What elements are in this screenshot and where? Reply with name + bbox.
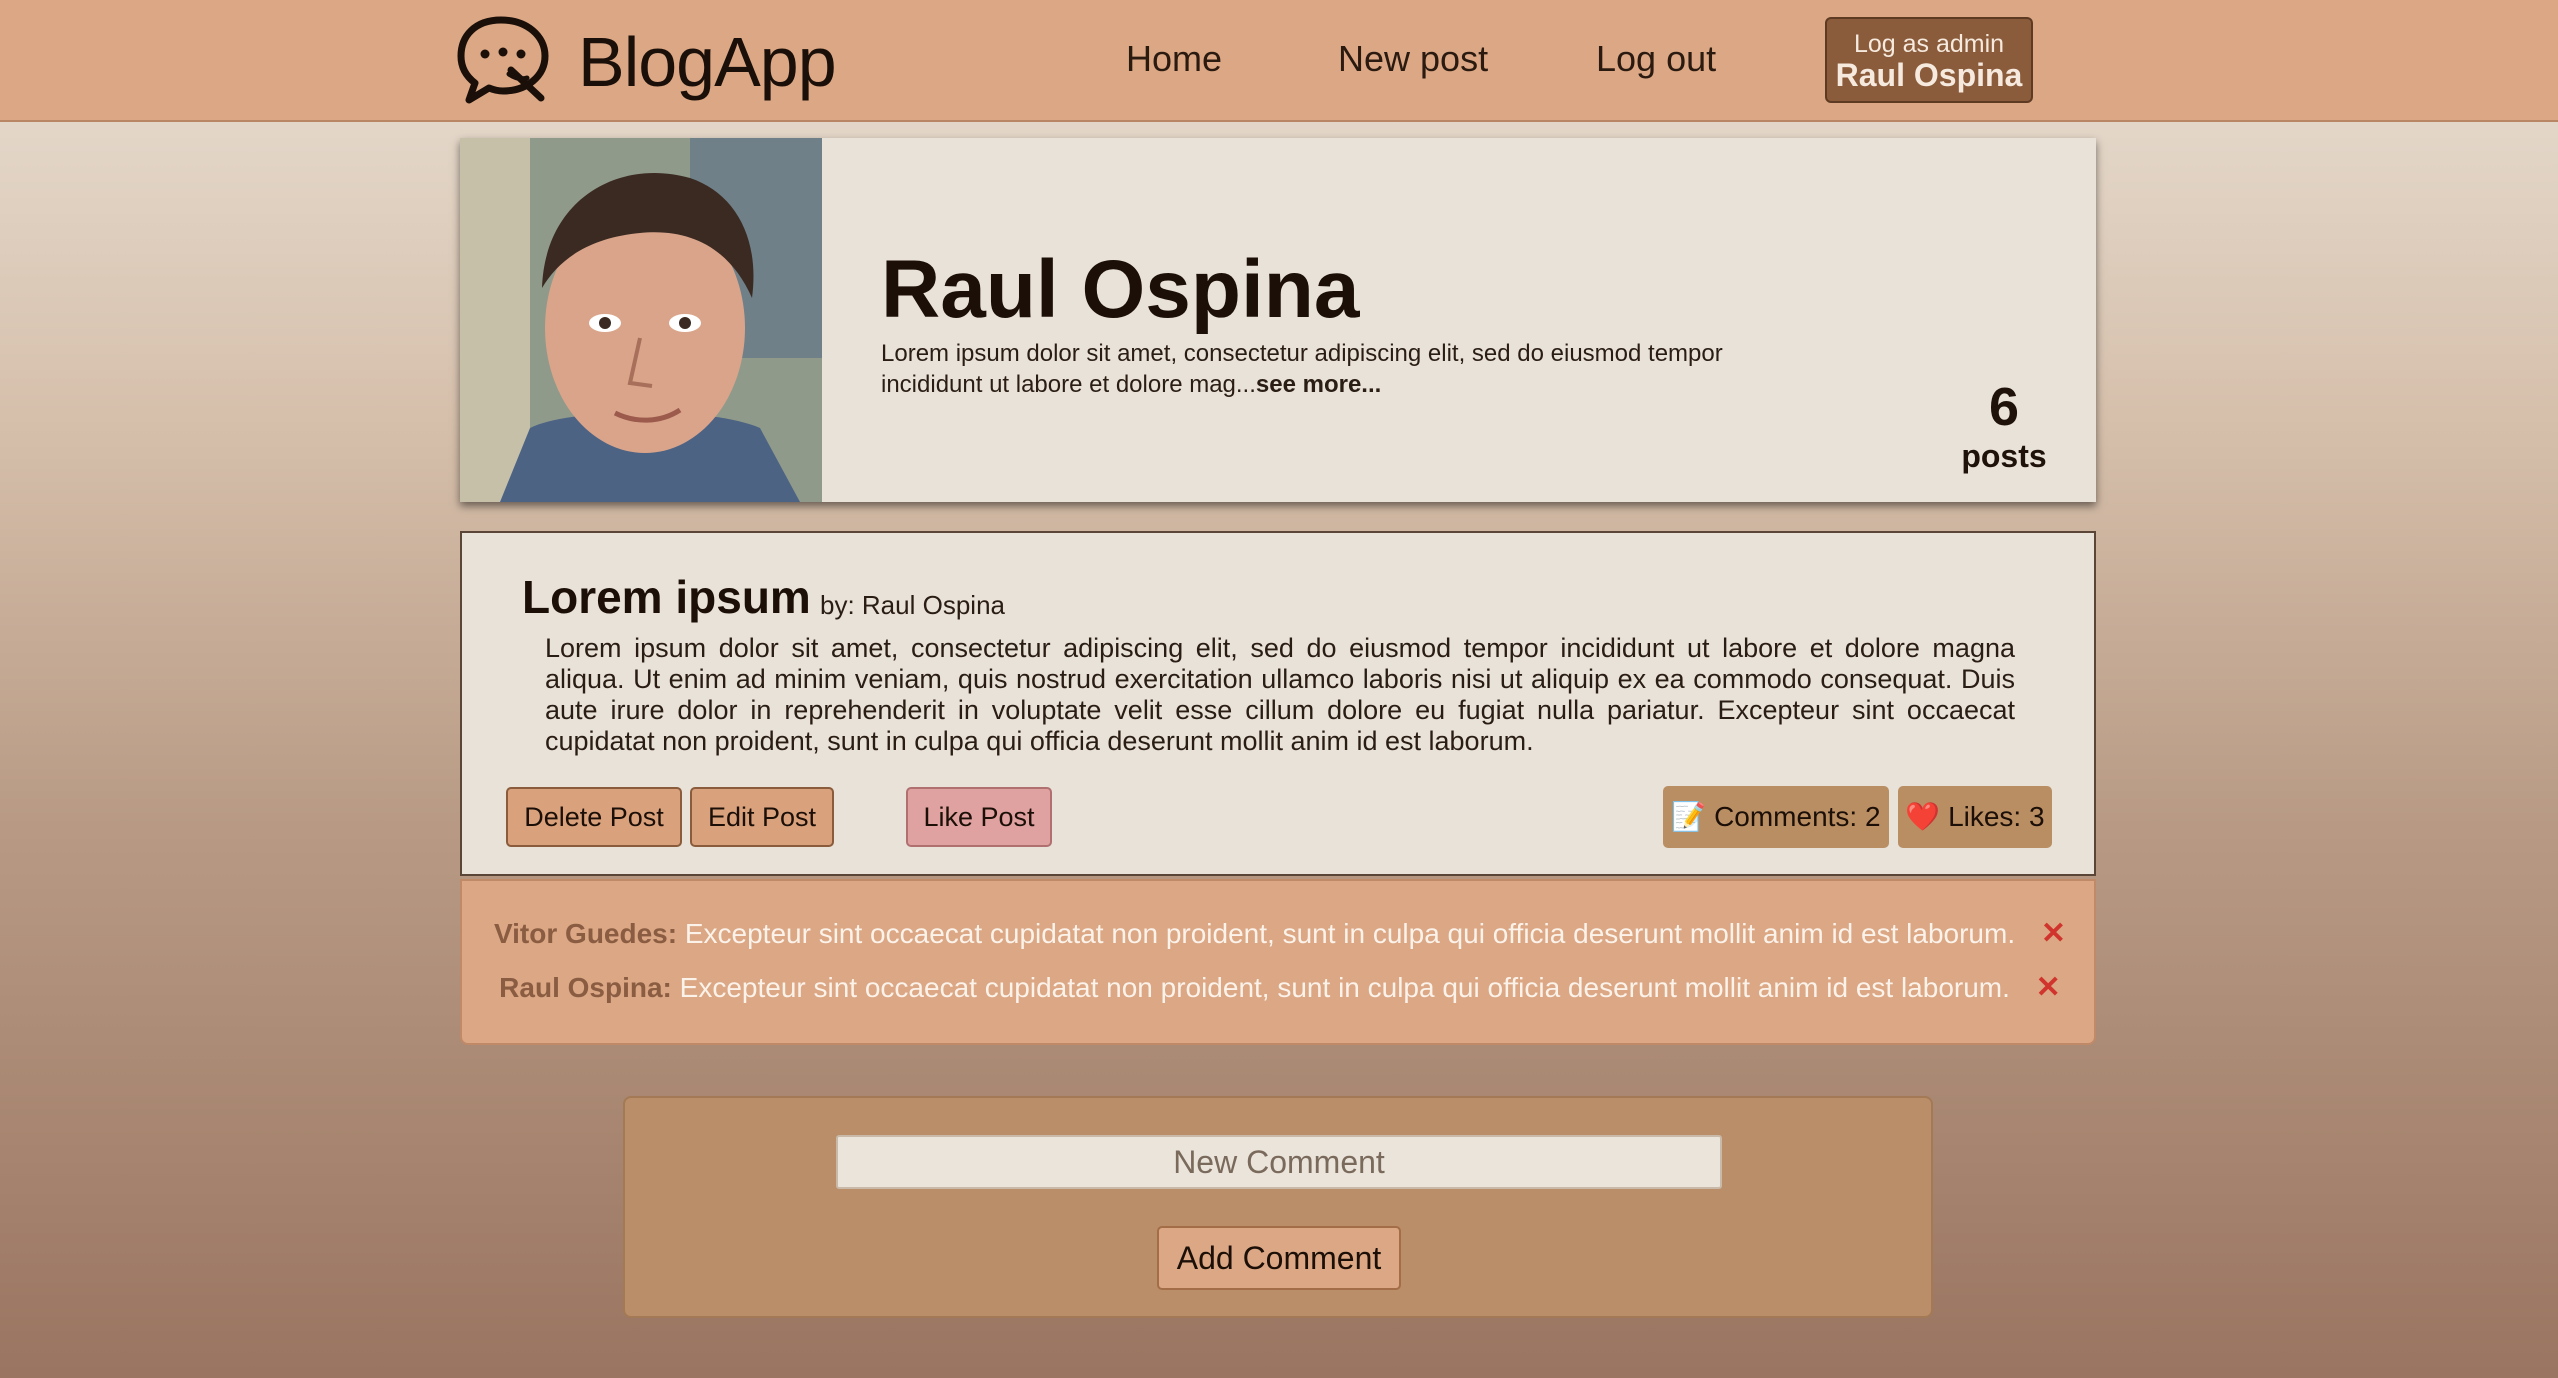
comments-list: Vitor Guedes: Excepteur sint occaecat cu… bbox=[460, 879, 2096, 1045]
chat-bubble-logo-icon[interactable] bbox=[455, 14, 555, 106]
nav-logout-link[interactable]: Log out bbox=[1596, 36, 1716, 82]
post-card: Lorem ipsum by: Raul Ospina Lorem ipsum … bbox=[460, 531, 2096, 876]
post-body: Lorem ipsum dolor sit amet, consectetur … bbox=[545, 633, 2015, 756]
profile-photo bbox=[460, 138, 822, 502]
delete-comment-icon[interactable]: ✕ bbox=[2041, 917, 2066, 950]
log-as-admin-button[interactable]: Log as admin Raul Ospina bbox=[1825, 17, 2033, 103]
comment-text: Excepteur sint occaecat cupidatat non pr… bbox=[684, 918, 2016, 949]
avatar bbox=[460, 138, 822, 502]
brand-title[interactable]: BlogApp bbox=[578, 24, 837, 100]
add-comment-button[interactable]: Add Comment bbox=[1157, 1226, 1401, 1290]
comments-count-badge: 📝 Comments: 2 bbox=[1663, 786, 1889, 848]
post-count-label: posts bbox=[1961, 438, 2047, 474]
post-count: 6 posts bbox=[1950, 378, 2058, 476]
new-comment-form: Add Comment bbox=[623, 1096, 1933, 1318]
like-post-button[interactable]: Like Post bbox=[906, 787, 1052, 847]
comment-text: Excepteur sint occaecat cupidatat non pr… bbox=[679, 972, 2010, 1003]
delete-comment-icon[interactable]: ✕ bbox=[2036, 971, 2061, 1004]
comment-author: Vitor Guedes: bbox=[493, 918, 678, 949]
post-author: by: Raul Ospina bbox=[820, 590, 1005, 620]
comment-item: Raul Ospina: Excepteur sint occaecat cup… bbox=[462, 970, 2098, 1006]
post-count-number: 6 bbox=[1988, 377, 2020, 437]
profile-bio: Lorem ipsum dolor sit amet, consectetur … bbox=[881, 338, 1801, 400]
nav-new-post-link[interactable]: New post bbox=[1338, 36, 1488, 82]
comment-author: Raul Ospina: bbox=[499, 972, 672, 1003]
delete-post-button[interactable]: Delete Post bbox=[506, 787, 682, 847]
see-more-link[interactable]: see more... bbox=[1256, 371, 1381, 398]
edit-post-button[interactable]: Edit Post bbox=[690, 787, 834, 847]
admin-button-username: Raul Ospina bbox=[1835, 57, 2023, 93]
user-profile-card: Raul Ospina Lorem ipsum dolor sit amet, … bbox=[460, 138, 2096, 502]
comment-item: Vitor Guedes: Excepteur sint occaecat cu… bbox=[462, 916, 2098, 952]
new-comment-input[interactable] bbox=[836, 1135, 1722, 1189]
top-navbar: BlogApp Home New post Log out Log as adm… bbox=[0, 0, 2558, 122]
likes-count-badge: ❤️ Likes: 3 bbox=[1898, 786, 2052, 848]
nav-home-link[interactable]: Home bbox=[1126, 36, 1222, 82]
profile-name: Raul Ospina bbox=[881, 244, 1360, 335]
post-title: Lorem ipsum bbox=[522, 571, 811, 623]
admin-button-caption: Log as admin bbox=[1853, 30, 2005, 58]
